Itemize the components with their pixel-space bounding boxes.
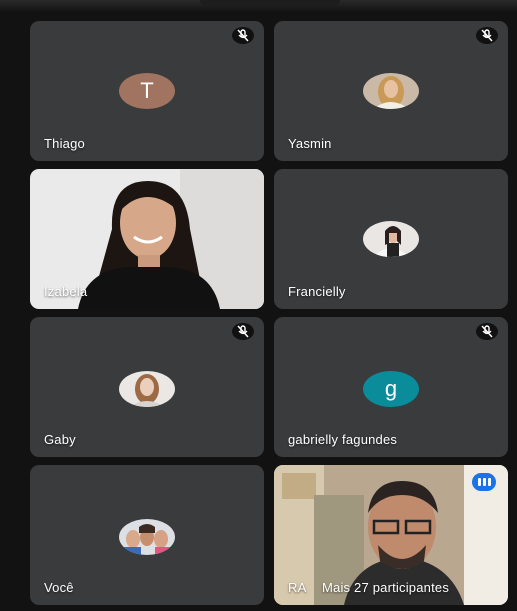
participant-tile-francielly[interactable]: Francielly bbox=[274, 169, 508, 309]
participant-name: Gaby bbox=[44, 432, 76, 447]
participant-name: Yasmin bbox=[288, 136, 332, 151]
participant-tile-thiago[interactable]: T Thiago bbox=[30, 21, 264, 161]
audio-level-icon bbox=[472, 473, 496, 491]
participant-tile-self[interactable]: Você bbox=[30, 465, 264, 605]
top-handle bbox=[200, 0, 340, 6]
avatar-photo bbox=[119, 371, 175, 407]
avatar-photo bbox=[119, 519, 175, 555]
participant-tile-gabrielly-fagundes[interactable]: g gabrielly fagundes bbox=[274, 317, 508, 457]
avatar-photo bbox=[363, 73, 419, 109]
participant-name: gabrielly fagundes bbox=[288, 432, 398, 447]
avatar: g bbox=[363, 371, 419, 407]
participant-tile-izabela[interactable]: Izabela bbox=[30, 169, 264, 309]
participant-tile-gaby[interactable]: Gaby bbox=[30, 317, 264, 457]
mic-off-icon bbox=[476, 323, 498, 340]
mic-off-icon bbox=[232, 323, 254, 340]
avatar-photo bbox=[363, 221, 419, 257]
avatar-initial: T bbox=[140, 78, 154, 103]
participant-name: Você bbox=[44, 580, 74, 595]
avatar: T bbox=[119, 73, 175, 109]
participant-tile-yasmin[interactable]: Yasmin bbox=[274, 21, 508, 161]
participant-name: Izabela bbox=[44, 284, 88, 299]
participant-name: RA bbox=[288, 580, 307, 595]
more-participants-label[interactable]: Mais 27 participantes bbox=[322, 580, 449, 595]
mic-off-icon bbox=[232, 27, 254, 44]
avatar-initial: g bbox=[384, 376, 398, 401]
participant-tile-ra[interactable]: RA Mais 27 participantes bbox=[274, 465, 508, 605]
participant-name: Thiago bbox=[44, 136, 85, 151]
mic-off-icon bbox=[476, 27, 498, 44]
participant-name: Francielly bbox=[288, 284, 346, 299]
